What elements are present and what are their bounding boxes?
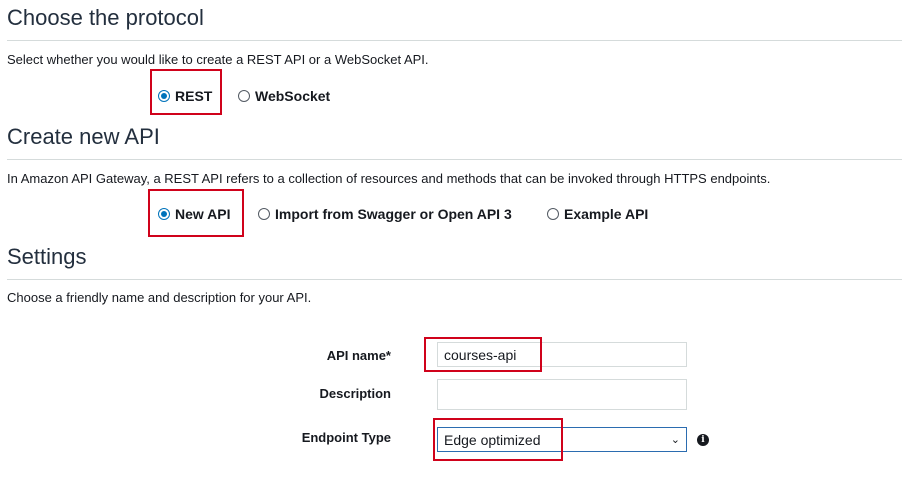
radio-rest-label: REST bbox=[175, 88, 213, 104]
api-name-highlight-box bbox=[424, 337, 542, 372]
radio-websocket-dot[interactable] bbox=[238, 90, 250, 102]
api-name-label: API name* bbox=[326, 348, 391, 363]
radio-example-api-label: Example API bbox=[564, 206, 649, 222]
radio-rest[interactable]: REST bbox=[158, 88, 212, 104]
radio-new-api-label: New API bbox=[175, 206, 231, 222]
radio-new-api[interactable]: New API bbox=[158, 206, 231, 222]
create-heading: Create new API bbox=[7, 124, 160, 149]
description-label: Description bbox=[319, 386, 391, 401]
description-input[interactable] bbox=[437, 379, 687, 410]
radio-import-swagger[interactable]: Import from Swagger or Open API 3 bbox=[258, 206, 512, 222]
settings-description: Choose a friendly name and description f… bbox=[7, 290, 312, 305]
radio-import-swagger-dot[interactable] bbox=[258, 208, 270, 220]
radio-import-swagger-label: Import from Swagger or Open API 3 bbox=[275, 206, 512, 222]
create-description: In Amazon API Gateway, a REST API refers… bbox=[7, 171, 771, 186]
protocol-divider bbox=[7, 40, 902, 41]
radio-websocket-label: WebSocket bbox=[255, 88, 331, 104]
create-divider bbox=[7, 159, 902, 160]
radio-websocket[interactable]: WebSocket bbox=[238, 88, 330, 104]
info-icon[interactable]: i bbox=[697, 434, 709, 446]
endpoint-type-highlight-box bbox=[433, 418, 563, 461]
radio-example-api-dot[interactable] bbox=[547, 208, 559, 220]
chevron-down-icon[interactable]: ⌄ bbox=[671, 433, 680, 446]
settings-heading: Settings bbox=[7, 244, 87, 269]
radio-example-api[interactable]: Example API bbox=[547, 206, 648, 222]
protocol-description: Select whether you would like to create … bbox=[7, 52, 429, 67]
endpoint-type-label: Endpoint Type bbox=[301, 430, 391, 445]
radio-rest-dot[interactable] bbox=[158, 90, 170, 102]
protocol-heading: Choose the protocol bbox=[7, 5, 204, 30]
radio-new-api-dot[interactable] bbox=[158, 208, 170, 220]
settings-divider bbox=[7, 279, 902, 280]
